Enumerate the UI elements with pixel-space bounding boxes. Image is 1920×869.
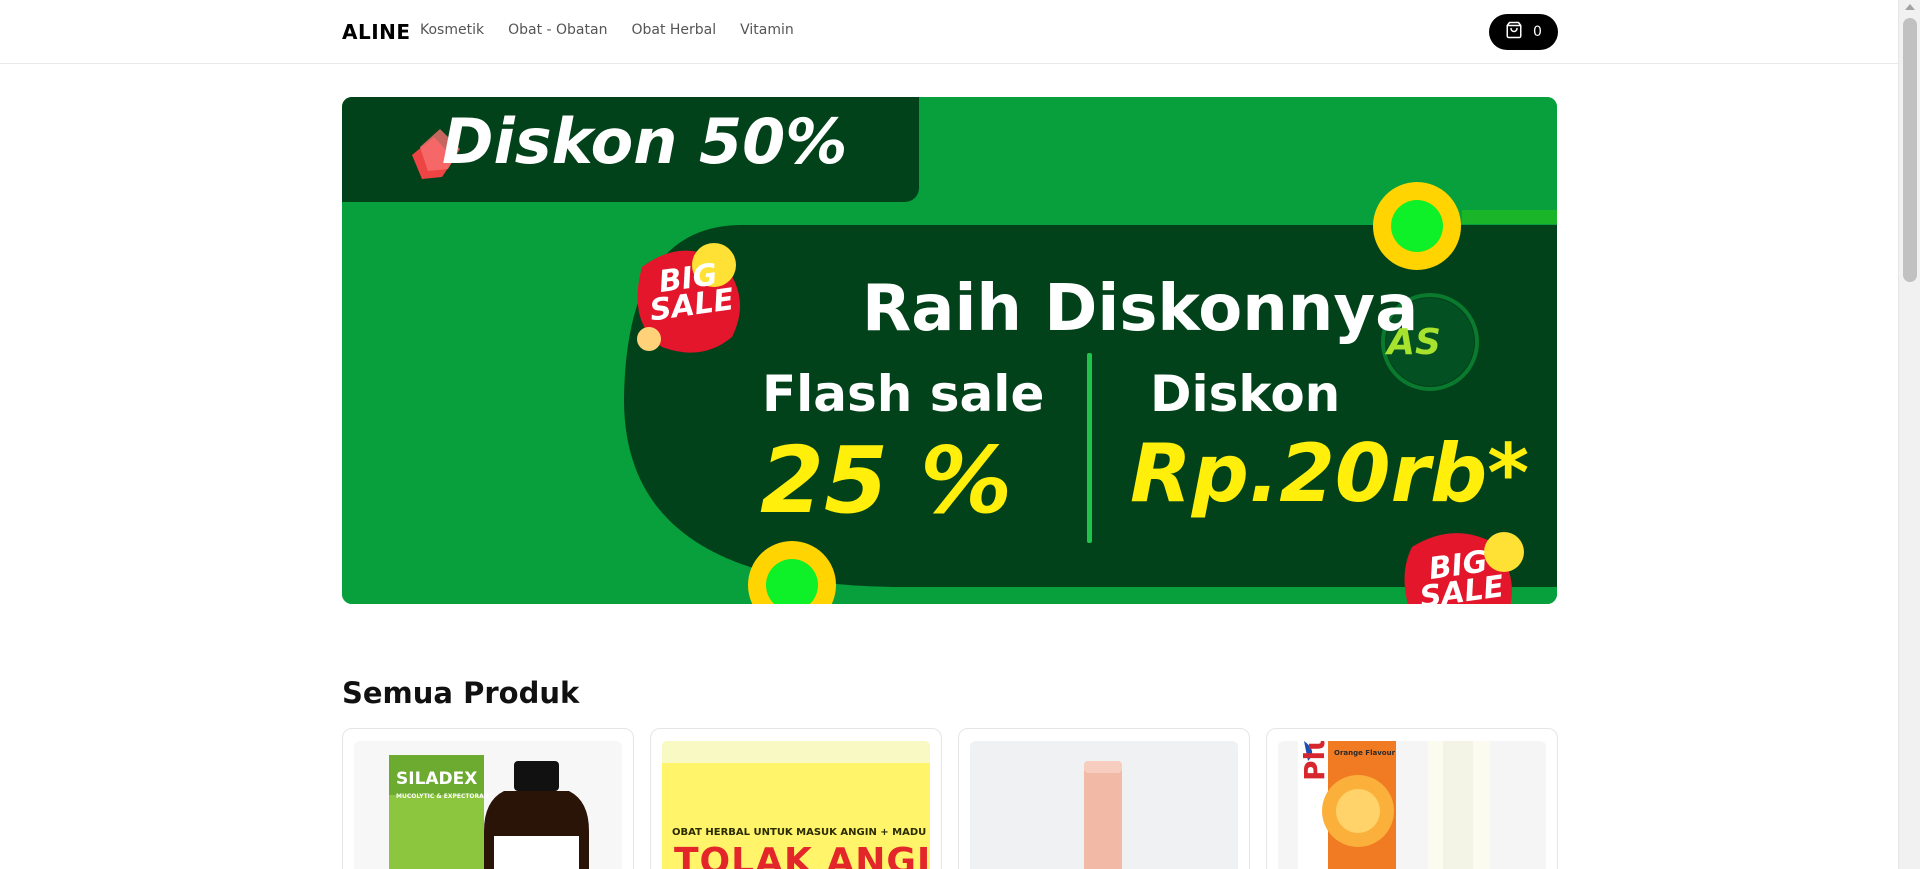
nav-item-obat-herbal[interactable]: Obat Herbal [631,22,716,38]
cart-button[interactable]: 0 [1489,14,1558,50]
product-card[interactable]: Plus Orange Flavour [1266,728,1558,869]
product-image-subtext: MUCOLYTIC & EXPECTORANT [396,793,493,800]
product-card[interactable]: OBAT HERBAL UNTUK MASUK ANGIN + MADU TOL… [650,728,942,869]
shopping-bag-icon [1505,21,1523,43]
flash-sale-value: 25 % [760,427,1013,534]
scroll-up-arrow-icon[interactable] [1905,4,1915,10]
brand-badge-logo: AS [1387,322,1441,363]
product-image[interactable] [970,741,1238,869]
banner-subheadline: Raih Diskonnya [862,272,1419,346]
product-card[interactable]: SILADEX MUCOLYTIC & EXPECTORANT [342,728,634,869]
product-image[interactable]: Plus Orange Flavour [1278,741,1546,869]
product-image-text: SILADEX [396,769,478,789]
flash-sale-label: Flash sale [762,365,1045,423]
brand-logo[interactable]: ALINE [342,20,411,44]
product-card[interactable] [958,728,1250,869]
nav-item-kosmetik[interactable]: Kosmetik [420,22,484,38]
cart-count: 0 [1533,24,1542,40]
top-navbar: ALINE Kosmetik Obat - Obatan Obat Herbal… [0,0,1898,64]
product-image-subtext: OBAT HERBAL UNTUK MASUK ANGIN + MADU [672,827,927,838]
banner-headline: Diskon 50% [442,105,848,178]
product-image-text: Plus [1298,741,1331,781]
main-nav: Kosmetik Obat - Obatan Obat Herbal Vitam… [420,22,794,38]
promo-banner[interactable]: Diskon 50% Raih Diskonnya Flash sale 25 … [342,97,1557,604]
discount-label: Diskon [1150,365,1341,423]
product-image[interactable]: OBAT HERBAL UNTUK MASUK ANGIN + MADU TOL… [662,741,930,869]
product-image-subtext: Orange Flavour [1334,749,1396,757]
nav-item-vitamin[interactable]: Vitamin [740,22,794,38]
page-scrollbar[interactable] [1898,0,1920,869]
nav-item-obat-obatan[interactable]: Obat - Obatan [508,22,607,38]
section-title: Semua Produk [342,676,580,710]
product-image-text: TOLAK ANGIN [674,841,930,869]
product-image[interactable]: SILADEX MUCOLYTIC & EXPECTORANT [354,741,622,869]
discount-value: Rp.20rb* [1130,427,1530,520]
scrollbar-thumb[interactable] [1903,18,1917,282]
